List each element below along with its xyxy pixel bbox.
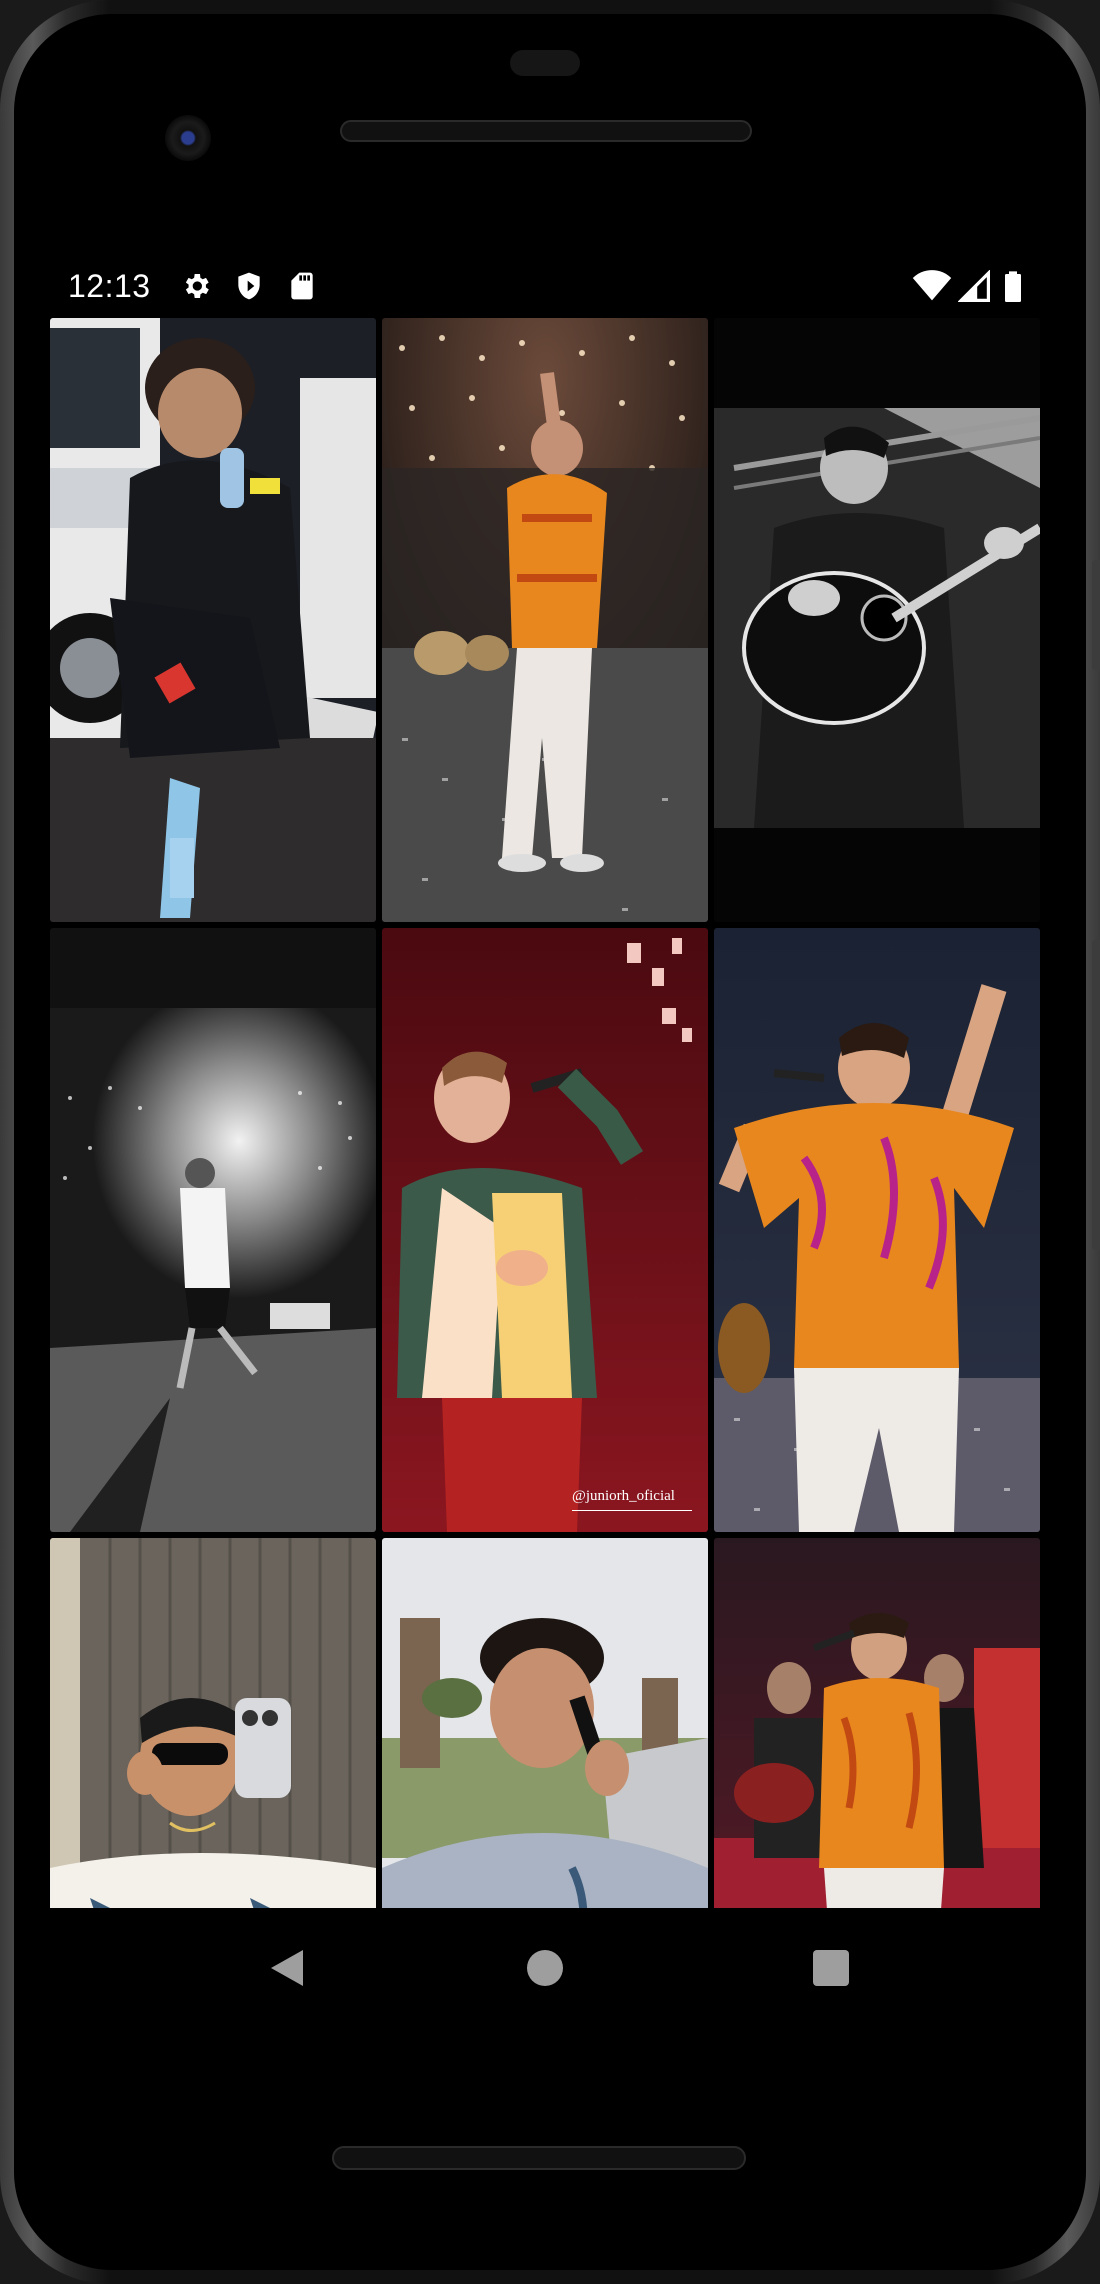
photo-grid: @juniorh_oficial [50,318,1042,1908]
sd-card-icon [291,272,313,300]
photo-singer-band [714,1538,1040,1908]
photo-man-in-car [50,318,376,922]
photo-tile-4[interactable] [50,928,376,1532]
status-bar: 12:13 [50,262,1050,310]
recents-button[interactable] [799,1936,863,2000]
photo-tile-9[interactable] [714,1538,1040,1908]
back-icon [271,1950,303,1986]
home-icon [527,1950,563,1986]
front-camera-icon [165,115,211,161]
settings-icon [185,274,209,298]
photo-singer-red-light [382,928,708,1532]
photo-mirror-selfie [50,1538,376,1908]
photo-tile-5[interactable]: @juniorh_oficial [382,928,708,1532]
top-speaker-grille [340,120,752,142]
photo-tile-1[interactable] [50,318,376,922]
home-button[interactable] [513,1936,577,2000]
earpiece [510,50,580,76]
photo-singer-crowd [382,318,708,922]
recents-icon [813,1950,849,1986]
photo-tile-7[interactable] [50,1538,376,1908]
volume-button [1092,940,1100,1250]
photo-tile-6[interactable] [714,928,1040,1532]
wifi-icon [912,270,952,301]
shield-icon [238,272,260,300]
photo-singer-guitar [714,318,1040,922]
bottom-speaker-grille [332,2146,746,2170]
battery-icon [1005,271,1021,302]
photo-tile-2[interactable] [382,318,708,922]
photo-singer-spotlight [50,928,376,1532]
photo-tile-8[interactable] [382,1538,708,1908]
status-time: 12:13 [68,268,151,304]
power-button [1092,560,1100,670]
watermark-text: @juniorh_oficial [572,1488,692,1511]
navigation-bar [50,1908,1050,2028]
photo-singer-arm-raised [714,928,1040,1532]
photo-man-on-phone [382,1538,708,1908]
cell-signal-icon [958,270,990,302]
back-button[interactable] [255,1936,319,2000]
phone-frame: 12:13 @juniorh_oficial [0,0,1100,2284]
photo-tile-3[interactable] [714,318,1040,922]
